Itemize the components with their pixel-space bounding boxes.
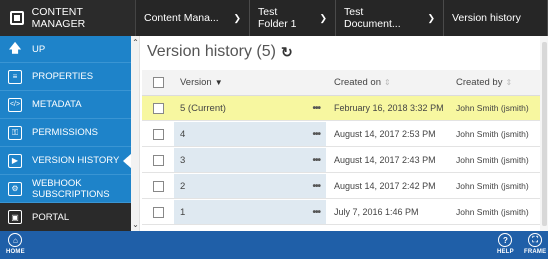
scroll-up-icon[interactable]: ⌃ — [131, 38, 140, 47]
version-label: 4 — [180, 128, 186, 140]
chevron-down-icon: ❯ — [319, 12, 327, 23]
table-row[interactable]: 2 ••• August 14, 2017 2:42 PM John Smith… — [142, 174, 542, 199]
row-checkbox[interactable] — [152, 102, 164, 114]
breadcrumb-content-manager[interactable]: Content Mana... ❯ — [136, 0, 250, 36]
row-checkbox[interactable] — [152, 180, 164, 192]
version-label: 2 — [180, 180, 186, 192]
brand[interactable]: CONTENT MANAGER — [0, 0, 136, 36]
created-by-value: John Smith (jsmith) — [456, 181, 529, 191]
column-created-by-label: Created by — [456, 77, 503, 88]
chevron-down-icon: ❯ — [427, 12, 435, 23]
row-checkbox[interactable] — [152, 154, 164, 166]
sidebar-item-version-history[interactable]: ▶ VERSION HISTORY — [0, 147, 132, 175]
column-version-label: Version — [180, 77, 212, 88]
created-by-value: John Smith (jsmith) — [456, 103, 529, 113]
frame-icon: ⛶ — [528, 233, 543, 247]
sidebar-item-properties[interactable]: ≡ PROPERTIES — [0, 63, 131, 91]
sidebar-item-label: METADATA — [32, 99, 82, 110]
frame-button[interactable]: ⛶ FRAME — [524, 233, 546, 255]
arrow-up-icon: 🡅 — [8, 40, 22, 55]
portal-icon: ▣ — [8, 210, 22, 224]
row-checkbox[interactable] — [152, 128, 164, 140]
sort-icon: ⇕ — [384, 78, 391, 87]
select-all-checkbox[interactable] — [152, 77, 164, 88]
sidebar-scrollbar[interactable]: ⌃ ⌄ — [131, 36, 140, 231]
frame-label: FRAME — [524, 249, 547, 255]
refresh-icon[interactable]: ↻ — [281, 44, 293, 61]
sidebar-item-up[interactable]: 🡅 UP — [0, 36, 131, 63]
sidebar-item-webhook-subscriptions[interactable]: ⚙ WEBHOOK SUBSCRIPTIONS — [0, 175, 131, 203]
version-label: 1 — [180, 206, 186, 218]
sidebar-item-label: UP — [32, 43, 46, 55]
table-row[interactable]: 5 (Current) ••• February 16, 2018 3:32 P… — [142, 96, 542, 121]
created-on-value: July 7, 2016 1:46 PM — [334, 207, 419, 217]
help-icon: ? — [498, 233, 513, 247]
column-created-by[interactable]: Created by ⇕ — [450, 77, 542, 88]
column-version[interactable]: Version ▼ — [174, 70, 326, 95]
created-on-value: August 14, 2017 2:42 PM — [334, 181, 436, 191]
scrollbar-thumb[interactable] — [542, 42, 547, 226]
breadcrumb-label: Test Document... — [344, 6, 401, 30]
sidebar-item-permissions[interactable]: ⚿ PERMISSIONS — [0, 119, 131, 147]
created-by-value: John Smith (jsmith) — [456, 129, 529, 139]
breadcrumb-label: Version history — [452, 12, 521, 24]
page-title: Version history (5) ↻ — [147, 43, 293, 61]
column-created-on-label: Created on — [334, 77, 382, 88]
sidebar-item-label: WEBHOOK SUBSCRIPTIONS — [32, 177, 110, 200]
created-on-value: February 16, 2018 3:32 PM — [334, 103, 444, 113]
more-options-icon[interactable]: ••• — [312, 181, 320, 192]
webhook-icon: ⚙ — [8, 181, 22, 196]
sort-desc-icon: ▼ — [214, 78, 223, 87]
column-created-on[interactable]: Created on ⇕ — [326, 77, 450, 88]
table-row[interactable]: 1 ••• July 7, 2016 1:46 PM John Smith (j… — [142, 200, 542, 225]
breadcrumb-current: Version history — [444, 0, 548, 36]
bottom-bar: ⌂ HOME ? HELP ⛶ FRAME — [0, 231, 548, 259]
table-row[interactable]: 3 ••• August 14, 2017 2:43 PM John Smith… — [142, 148, 542, 173]
breadcrumb-document[interactable]: Test Document... ❯ — [336, 0, 444, 36]
sidebar: 🡅 UP ≡ PROPERTIES </> METADATA ⚿ PERMISS… — [0, 36, 132, 231]
select-all-cell — [142, 70, 174, 95]
code-icon: </> — [8, 97, 22, 112]
breadcrumb-label: Content Mana... — [144, 12, 219, 24]
content-manager-logo-icon — [10, 11, 24, 25]
created-by-value: John Smith (jsmith) — [456, 155, 529, 165]
more-options-icon[interactable]: ••• — [312, 155, 320, 166]
sidebar-item-portal[interactable]: ▣ PORTAL — [0, 203, 131, 231]
more-options-icon[interactable]: ••• — [312, 103, 320, 114]
scroll-down-icon[interactable]: ⌄ — [131, 220, 140, 229]
row-checkbox[interactable] — [152, 206, 164, 218]
brand-label: CONTENT MANAGER — [31, 6, 86, 30]
breadcrumb-label: Test Folder 1 — [258, 6, 297, 30]
sidebar-item-label: PROPERTIES — [32, 71, 94, 82]
table-header: Version ▼ Created on ⇕ Created by ⇕ — [142, 70, 542, 96]
page-title-text: Version history (5) — [147, 43, 276, 60]
created-by-value: John Smith (jsmith) — [456, 207, 529, 217]
sidebar-item-metadata[interactable]: </> METADATA — [0, 91, 131, 119]
list-icon: ≡ — [8, 69, 22, 84]
more-options-icon[interactable]: ••• — [312, 129, 320, 140]
top-bar: CONTENT MANAGER Content Mana... ❯ Test F… — [0, 0, 548, 36]
sort-icon: ⇕ — [505, 78, 513, 87]
table-row[interactable]: 4 ••• August 14, 2017 2:53 PM John Smith… — [142, 122, 542, 147]
home-label: HOME — [6, 249, 25, 255]
sidebar-item-label: VERSION HISTORY — [32, 155, 120, 166]
breadcrumb-folder[interactable]: Test Folder 1 ❯ — [250, 0, 336, 36]
home-button[interactable]: ⌂ HOME — [6, 233, 25, 255]
created-on-value: August 14, 2017 2:43 PM — [334, 155, 436, 165]
version-label: 3 — [180, 154, 186, 166]
main-scrollbar[interactable] — [540, 36, 548, 231]
help-button[interactable]: ? HELP — [497, 233, 514, 255]
created-on-value: August 14, 2017 2:53 PM — [334, 129, 436, 139]
home-icon: ⌂ — [8, 233, 23, 247]
more-options-icon[interactable]: ••• — [312, 207, 320, 218]
help-label: HELP — [497, 249, 514, 255]
key-icon: ⚿ — [8, 125, 22, 140]
sidebar-item-label: PERMISSIONS — [32, 127, 98, 138]
sidebar-item-label: PORTAL — [32, 211, 70, 223]
chevron-down-icon: ❯ — [233, 12, 241, 23]
version-label: 5 (Current) — [180, 102, 226, 114]
history-icon: ▶ — [8, 153, 22, 168]
main-panel: Version history (5) ↻ Version ▼ Created o… — [140, 36, 548, 231]
